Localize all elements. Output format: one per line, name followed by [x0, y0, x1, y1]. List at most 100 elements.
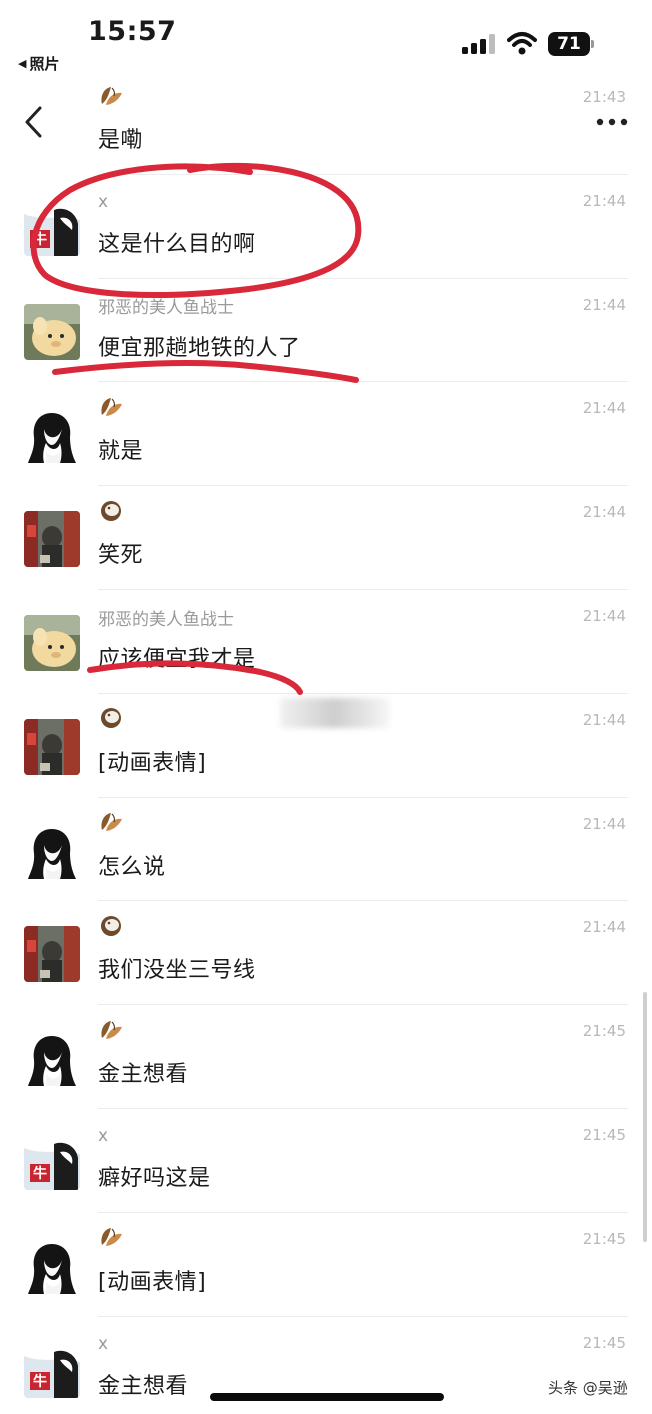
message-item[interactable]: 牛 x 21:45 癖好吗这是	[0, 1108, 652, 1212]
watermark: 头条 @吴逊	[548, 1379, 628, 1397]
brown-leaf-icon	[98, 395, 124, 424]
scrollbar[interactable]	[643, 992, 647, 1242]
blurred-region	[280, 698, 390, 728]
sender-name	[98, 86, 124, 108]
sender-name	[98, 708, 124, 731]
message-time: 21:45	[582, 1126, 626, 1144]
message-time: 21:43	[582, 88, 626, 106]
message-text: 我们没坐三号线	[98, 958, 256, 984]
message-text: 癖好吗这是	[98, 1166, 211, 1191]
battery-icon: 71	[548, 32, 596, 56]
photo-red-avatar[interactable]	[24, 511, 80, 568]
message-text: 这是什么目的啊	[98, 231, 256, 257]
message-divider	[98, 277, 628, 279]
message-time: 21:45	[582, 1022, 626, 1041]
sender-name: 邪恶的美人鱼战士	[98, 296, 234, 319]
message-time: 21:45	[582, 1229, 626, 1248]
message-divider	[98, 1108, 628, 1109]
message-divider	[98, 381, 628, 383]
message-item[interactable]: 邪恶的美人鱼战士 21:44 便宜那趟地铁的人了	[0, 277, 652, 382]
coconut-icon	[98, 706, 124, 735]
svg-text:牛: 牛	[33, 1373, 47, 1390]
brown-leaf-icon	[98, 84, 124, 113]
sender-name: x	[98, 1334, 108, 1354]
message-text: 笑死	[98, 543, 144, 569]
message-text: 金主想看	[98, 1062, 189, 1088]
message-item[interactable]: 邪恶的美人鱼战士 21:44 应该便宜我才是	[0, 589, 652, 693]
battery-level: 71	[548, 32, 590, 56]
message-time: 21:44	[582, 503, 626, 522]
anime-girl-avatar[interactable]	[24, 822, 80, 879]
message-text: 怎么说	[98, 854, 166, 880]
anime-girl-avatar[interactable]	[24, 1237, 80, 1294]
chat-screen: 15:57 ◀ 照片 71 21:43 是嘞牛 x 21:44 这是什么目的啊 邪恶的美人…	[0, 0, 652, 1414]
message-time: 21:44	[582, 607, 626, 625]
anime-girl-avatar[interactable]	[24, 1030, 80, 1087]
message-text: 应该便宜我才是	[98, 647, 256, 672]
coconut-icon	[98, 499, 124, 528]
sender-name: 邪恶的美人鱼战士	[98, 607, 234, 630]
anime-girl-avatar[interactable]	[24, 407, 80, 464]
message-time: 21:44	[582, 918, 626, 937]
cellular-signal-icon	[462, 34, 495, 54]
message-item[interactable]: 21:44 笑死	[0, 485, 652, 589]
message-divider	[98, 1004, 628, 1006]
sender-label: 邪恶的美人鱼战士	[98, 298, 234, 319]
sender-label: x	[98, 1126, 109, 1146]
sender-name: x	[98, 192, 108, 212]
message-text: 便宜那趟地铁的人了	[98, 335, 301, 361]
message-time: 21:44	[582, 814, 626, 833]
sender-label: x	[98, 1333, 109, 1354]
message-divider	[98, 1315, 628, 1317]
sender-name	[98, 813, 124, 835]
message-text: 金主想看	[98, 1373, 189, 1399]
message-text: [动画表情]	[98, 750, 207, 776]
message-time: 21:44	[582, 191, 626, 210]
message-divider	[98, 485, 628, 487]
message-divider	[98, 173, 628, 175]
back-triangle-icon: ◀	[18, 57, 27, 70]
message-item[interactable]: 牛 x 21:44 这是什么目的啊	[0, 173, 652, 278]
message-item[interactable]: 21:44 我们没坐三号线	[0, 900, 652, 1004]
sender-name	[98, 1228, 124, 1250]
sender-name: x	[98, 1126, 108, 1146]
photo-red-avatar[interactable]	[24, 926, 80, 983]
message-text: 是嘞	[98, 128, 144, 153]
wifi-icon	[507, 32, 537, 55]
sender-name	[98, 397, 124, 419]
svg-text:牛: 牛	[33, 231, 47, 248]
sheep-avatar[interactable]	[24, 615, 80, 671]
cow-x-avatar[interactable]: 牛	[24, 199, 80, 256]
message-divider	[98, 1211, 628, 1213]
message-item[interactable]: 21:44 就是	[0, 381, 652, 485]
sender-name	[98, 915, 124, 938]
brown-leaf-icon	[98, 1225, 124, 1254]
sender-label: 邪恶的美人鱼战士	[98, 609, 234, 630]
message-divider	[98, 900, 628, 902]
message-divider	[98, 796, 628, 798]
message-item[interactable]: 21:45 [动画表情]	[0, 1211, 652, 1316]
sender-name	[98, 1020, 124, 1042]
status-time: 15:57	[88, 16, 177, 47]
message-time: 21:44	[582, 399, 626, 418]
message-item[interactable]: 21:44 怎么说	[0, 796, 652, 901]
cow-x-avatar[interactable]: 牛	[24, 1134, 80, 1190]
home-indicator[interactable]	[210, 1393, 444, 1401]
cow-x-avatar[interactable]: 牛	[24, 1341, 80, 1398]
message-text: [动画表情]	[98, 1269, 207, 1295]
sender-name	[98, 500, 124, 523]
sheep-avatar[interactable]	[24, 303, 80, 360]
message-item[interactable]: 21:43 是嘞	[0, 70, 652, 174]
coconut-icon	[98, 914, 124, 943]
svg-text:牛: 牛	[33, 1165, 47, 1182]
message-time: 21:45	[582, 1333, 626, 1352]
message-item[interactable]: 21:45 金主想看	[0, 1004, 652, 1108]
message-divider	[98, 589, 628, 590]
brown-leaf-icon	[98, 1018, 124, 1047]
message-time: 21:44	[582, 295, 626, 314]
message-divider	[98, 692, 628, 694]
message-time: 21:44	[582, 710, 626, 729]
brown-leaf-icon	[98, 810, 124, 839]
photo-red-avatar[interactable]	[24, 718, 80, 775]
message-text: 就是	[98, 439, 144, 465]
